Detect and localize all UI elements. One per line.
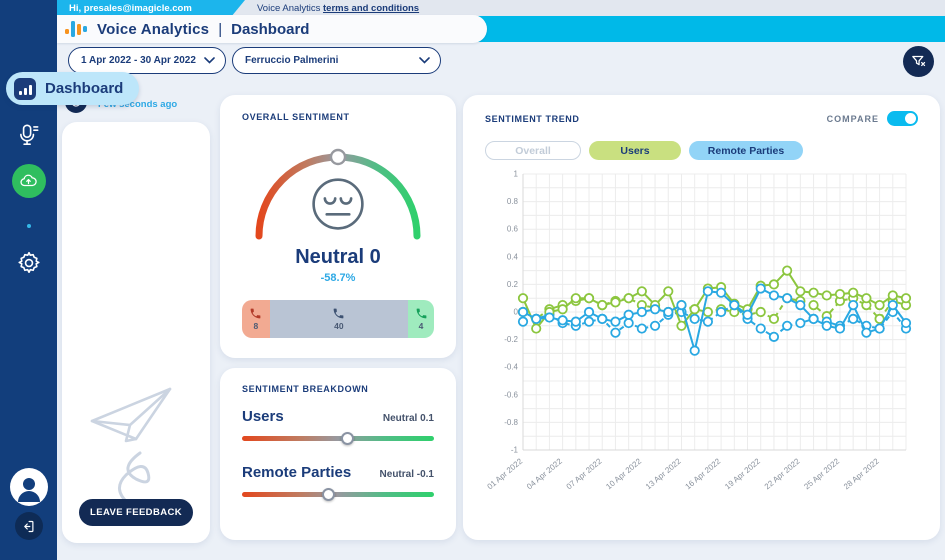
tab-remote-parties[interactable]: Remote Parties: [689, 141, 803, 160]
sentiment-breakdown-card: SENTIMENT BREAKDOWN Users Neutral 0.1 Re…: [220, 368, 456, 540]
svg-text:0.6: 0.6: [507, 225, 519, 234]
positive-calls-segment[interactable]: 4: [408, 300, 434, 338]
app-title: Voice Analytics: [97, 21, 209, 38]
svg-text:28 Apr 2022: 28 Apr 2022: [842, 456, 881, 491]
svg-text:07 Apr 2022: 07 Apr 2022: [565, 456, 604, 491]
svg-text:19 Apr 2022: 19 Apr 2022: [723, 456, 762, 491]
svg-text:25 Apr 2022: 25 Apr 2022: [802, 456, 841, 491]
users-sentiment-slider: [242, 431, 434, 445]
breakdown-label: Users: [242, 408, 284, 425]
svg-text:0.2: 0.2: [507, 280, 519, 289]
gauge-knob: [331, 150, 345, 164]
cloud-sync-nav-item[interactable]: [0, 164, 57, 198]
leave-feedback-button[interactable]: LEAVE FEEDBACK: [79, 499, 193, 526]
phone-icon: [332, 307, 345, 320]
voice-analytics-logo-icon: [65, 20, 87, 38]
clear-filters-button[interactable]: [903, 46, 934, 77]
tab-overall[interactable]: Overall: [485, 141, 581, 160]
microphone-icon: [16, 122, 42, 148]
negative-calls-segment[interactable]: 8: [242, 300, 270, 338]
svg-text:10 Apr 2022: 10 Apr 2022: [604, 456, 643, 491]
sentiment-value-label: Neutral 0: [242, 246, 434, 269]
phone-icon: [415, 307, 428, 320]
recordings-nav-item[interactable]: [0, 122, 57, 148]
user-filter-select[interactable]: Ferruccio Palmerini: [232, 47, 441, 74]
svg-text:-0.2: -0.2: [504, 335, 518, 344]
date-range-value: 1 Apr 2022 - 30 Apr 2022: [81, 55, 196, 66]
compare-label: COMPARE: [827, 114, 879, 124]
svg-text:0.8: 0.8: [507, 197, 519, 206]
breakdown-value: Neutral -0.1: [380, 469, 434, 480]
trend-chart[interactable]: -1 -0.8 -0.6 -0.4 -0.2 0 0.2 0.4 0.6 0.8 1 01 Apr 2…: [485, 164, 918, 516]
svg-text:13 Apr 2022: 13 Apr 2022: [644, 456, 683, 491]
terms-link[interactable]: terms and conditions: [323, 3, 419, 14]
slider-knob[interactable]: [341, 432, 354, 445]
svg-text:1: 1: [514, 170, 519, 179]
calls-distribution-bar: 8 40 4: [242, 300, 434, 338]
tab-users[interactable]: Users: [589, 141, 681, 160]
logout-button[interactable]: [0, 512, 57, 540]
breakdown-row-remote-parties: Remote Parties Neutral -0.1: [242, 464, 434, 501]
breakdown-row-users: Users Neutral 0.1: [242, 408, 434, 445]
svg-text:04 Apr 2022: 04 Apr 2022: [525, 456, 564, 491]
positive-call-count: 4: [419, 321, 424, 331]
phone-icon: [249, 307, 262, 320]
breakdown-label: Remote Parties: [242, 464, 351, 481]
trend-chart-area: -1 -0.8 -0.6 -0.4 -0.2 0 0.2 0.4 0.6 0.8 1 01 Apr 2…: [485, 164, 918, 521]
terms-prefix: Voice Analytics: [257, 3, 323, 14]
slider-track: [242, 492, 434, 497]
sentiment-trend-card: SENTIMENT TREND COMPARE Overall Users Re…: [463, 95, 940, 540]
svg-text:0.4: 0.4: [507, 252, 519, 261]
feedback-card: LEAVE FEEDBACK: [62, 122, 210, 543]
settings-nav-item[interactable]: [0, 250, 57, 276]
user-avatar[interactable]: [0, 468, 57, 506]
svg-text:-0.6: -0.6: [504, 390, 518, 399]
sidebar-item-dashboard[interactable]: Dashboard: [6, 72, 139, 105]
cloud-upload-icon: [19, 172, 38, 191]
gear-icon: [16, 250, 42, 276]
chevron-down-icon: [204, 57, 215, 64]
filter-x-icon: [910, 53, 927, 70]
page-title: Dashboard: [231, 21, 309, 38]
sidebar-item-label: Dashboard: [45, 80, 123, 97]
neutral-call-count: 40: [334, 321, 343, 331]
remote-parties-sentiment-slider: [242, 487, 434, 501]
overall-sentiment-card: OVERALL SENTIMENT: [220, 95, 456, 358]
sentiment-gauge: [248, 134, 428, 242]
svg-text:-1: -1: [511, 446, 519, 455]
slider-track: [242, 436, 434, 441]
svg-text:-0.4: -0.4: [504, 363, 518, 372]
logout-icon: [21, 519, 36, 534]
card-title: OVERALL SENTIMENT: [242, 112, 434, 122]
voice-analytics-dashboard: Hi, presales@imagicle.com Voice Analytic…: [0, 0, 945, 560]
negative-call-count: 8: [253, 321, 258, 331]
user-filter-value: Ferruccio Palmerini: [245, 55, 338, 66]
nav-indicator-dot: [0, 224, 57, 228]
slider-knob[interactable]: [322, 488, 335, 501]
svg-text:22 Apr 2022: 22 Apr 2022: [763, 456, 802, 491]
svg-text:01 Apr 2022: 01 Apr 2022: [485, 456, 524, 491]
header-bar: Voice Analytics | Dashboard: [57, 16, 945, 42]
breakdown-value: Neutral 0.1: [383, 413, 434, 424]
trend-series-tabs: Overall Users Remote Parties: [485, 141, 918, 160]
chevron-down-icon: [419, 57, 430, 64]
toggle-knob: [905, 113, 916, 124]
svg-text:0: 0: [514, 308, 519, 317]
neutral-calls-segment[interactable]: 40: [270, 300, 408, 338]
svg-text:-0.8: -0.8: [504, 418, 518, 427]
compare-toggle[interactable]: [887, 111, 918, 126]
title-separator: |: [218, 21, 222, 38]
card-title: SENTIMENT BREAKDOWN: [242, 384, 434, 394]
date-range-select[interactable]: 1 Apr 2022 - 30 Apr 2022: [68, 47, 226, 74]
person-icon: [10, 468, 48, 506]
header-title-area: Voice Analytics | Dashboard: [57, 15, 487, 43]
svg-text:16 Apr 2022: 16 Apr 2022: [684, 456, 723, 491]
bar-chart-icon: [14, 78, 36, 100]
card-title: SENTIMENT TREND: [485, 114, 580, 124]
neutral-face-icon: [308, 174, 368, 239]
sentiment-delta: -58.7%: [242, 272, 434, 284]
